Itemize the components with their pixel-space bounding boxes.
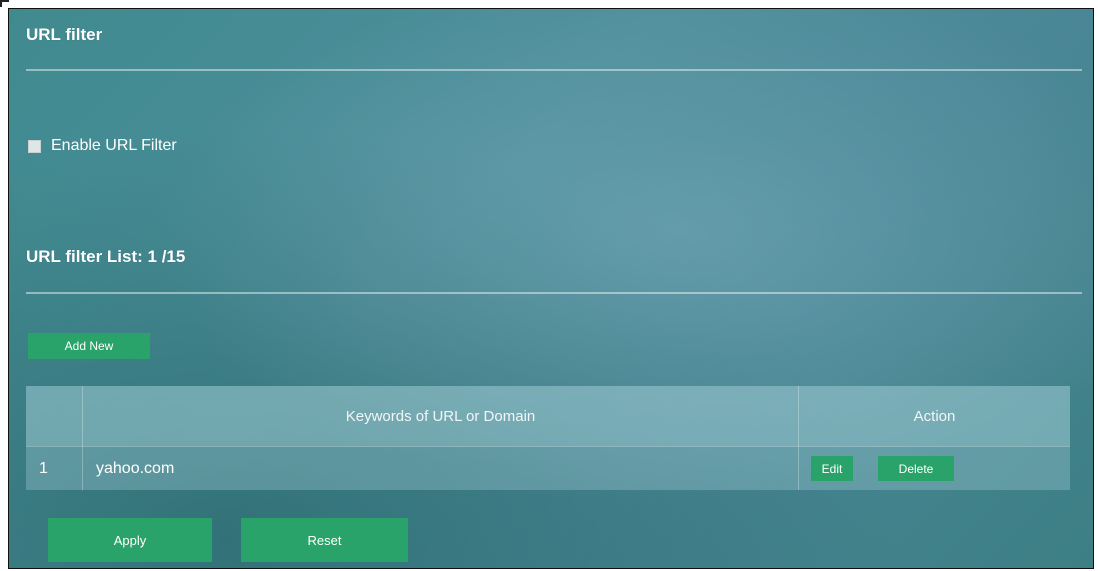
column-header-keywords: Keywords of URL or Domain (345, 407, 536, 425)
page-title: URL filter (26, 25, 103, 44)
corner-mark (0, 0, 9, 7)
row-index: 1 (39, 459, 48, 477)
enable-url-filter-row[interactable]: Enable URL Filter (28, 137, 177, 155)
enable-url-filter-label: Enable URL Filter (51, 137, 177, 154)
top-strip (0, 0, 1098, 8)
url-filter-panel: URL filter Enable URL Filter URL filter … (8, 8, 1094, 569)
apply-button[interactable]: Apply (48, 518, 212, 562)
edit-button[interactable]: Edit (811, 456, 853, 481)
add-new-button[interactable]: Add New (28, 333, 150, 359)
column-header-action: Action (913, 407, 956, 425)
url-filter-table: Keywords of URL or Domain Action 1 yahoo… (26, 386, 1070, 490)
url-filter-list-title: URL filter List: 1 /15 (26, 247, 186, 266)
title-divider (26, 69, 1082, 71)
delete-button[interactable]: Delete (878, 456, 954, 481)
row-keyword: yahoo.com (96, 459, 175, 477)
reset-button[interactable]: Reset (241, 518, 408, 562)
list-divider (26, 292, 1082, 294)
enable-url-filter-checkbox[interactable] (28, 139, 41, 153)
